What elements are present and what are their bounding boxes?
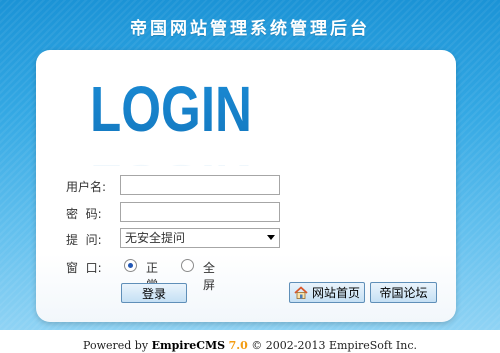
username-input[interactable]: [120, 175, 280, 195]
footer-brand: EmpireCMS: [151, 339, 226, 352]
footer: Powered by EmpireCMS 7.0 © 2002-2013 Emp…: [0, 339, 500, 352]
password-label: 密 码:: [66, 207, 102, 221]
window-fullscreen-label: 全屏: [203, 261, 216, 292]
username-label: 用户名:: [66, 180, 107, 194]
page-title: 帝国网站管理系统管理后台: [130, 19, 370, 39]
footer-copyright: © 2002-2013 EmpireSoft Inc.: [247, 339, 417, 352]
login-logo-text: LOGIN: [90, 76, 252, 145]
chevron-down-icon: [267, 235, 275, 240]
login-logo: LOGIN LOGIN: [90, 76, 252, 166]
window-label: 窗 口:: [66, 261, 102, 275]
footer-version: 7.0: [228, 339, 248, 352]
login-logo-reflection: LOGIN: [90, 158, 252, 166]
home-icon: [294, 286, 308, 299]
password-input[interactable]: [120, 202, 280, 222]
home-button-label: 网站首页: [312, 286, 361, 300]
question-label: 提 问:: [66, 233, 102, 247]
window-fullscreen-radio[interactable]: [181, 259, 194, 272]
login-button[interactable]: 登录: [121, 283, 187, 303]
question-select[interactable]: 无安全提问: [120, 228, 280, 248]
forum-button[interactable]: 帝国论坛: [370, 282, 437, 303]
window-normal-radio[interactable]: [124, 259, 137, 272]
question-select-value: 无安全提问: [125, 231, 186, 245]
footer-prefix: Powered by: [83, 339, 152, 352]
home-button[interactable]: 网站首页: [289, 282, 365, 303]
